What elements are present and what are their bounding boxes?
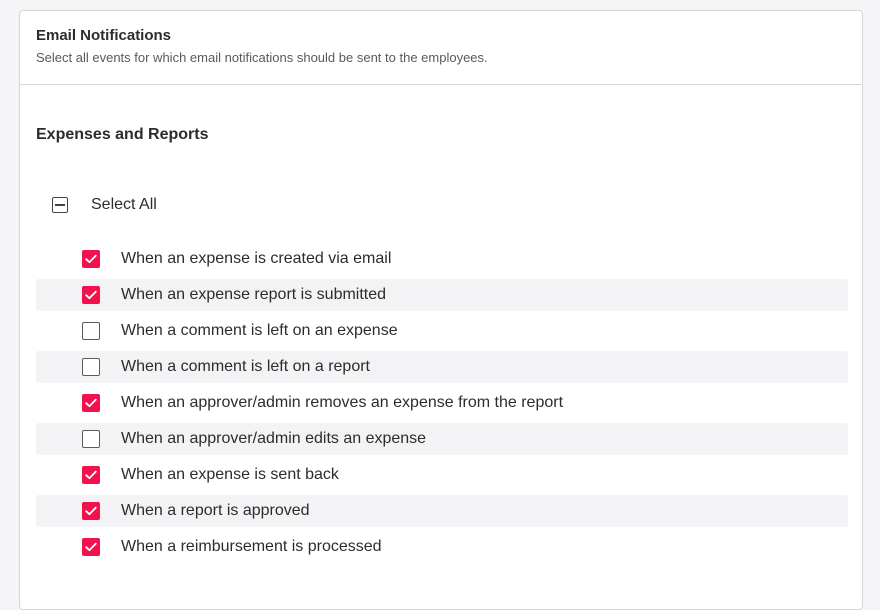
card-subtitle: Select all events for which email notifi… (36, 50, 488, 65)
notification-checkbox[interactable] (82, 430, 100, 448)
notification-label: When an expense is sent back (121, 466, 339, 483)
notification-row[interactable]: When a reimbursement is processed (36, 531, 848, 563)
notification-checkbox[interactable] (82, 250, 100, 268)
notification-label: When a comment is left on an expense (121, 322, 398, 339)
notification-label: When a comment is left on a report (121, 358, 370, 375)
notification-checkbox[interactable] (82, 394, 100, 412)
check-icon (85, 542, 97, 552)
select-all-checkbox[interactable]: Select All (52, 194, 157, 216)
notification-label: When an approver/admin edits an expense (121, 430, 427, 447)
notification-label: When an approver/admin removes an expens… (121, 394, 564, 411)
notification-checkbox[interactable] (82, 502, 100, 520)
card-header: Email Notifications Select all events fo… (20, 11, 862, 85)
notification-label: When an expense is created via email (121, 250, 392, 267)
notification-list: When an expense is created via email Whe… (36, 243, 848, 567)
notification-checkbox[interactable] (82, 358, 100, 376)
check-icon (85, 398, 97, 408)
section-title: Expenses and Reports (36, 126, 209, 143)
notification-row[interactable]: When an approver/admin edits an expense (36, 423, 848, 455)
indeterminate-checkbox-icon[interactable] (52, 197, 68, 213)
check-icon (85, 290, 97, 300)
notification-label: When a report is approved (121, 502, 310, 519)
notification-row[interactable]: When an expense is created via email (36, 243, 848, 275)
notification-row[interactable]: When a comment is left on an expense (36, 315, 848, 347)
notification-row[interactable]: When an approver/admin removes an expens… (36, 387, 848, 419)
notification-label: When a reimbursement is processed (121, 538, 382, 555)
notification-row[interactable]: When a comment is left on a report (36, 351, 848, 383)
notification-row[interactable]: When a report is approved (36, 495, 848, 527)
notification-row[interactable]: When an expense is sent back (36, 459, 848, 491)
card-title: Email Notifications (36, 27, 172, 44)
notification-checkbox[interactable] (82, 322, 100, 340)
notification-checkbox[interactable] (82, 466, 100, 484)
notification-checkbox[interactable] (82, 538, 100, 556)
check-icon (85, 506, 97, 516)
notification-label: When an expense report is submitted (121, 286, 387, 303)
check-icon (85, 254, 97, 264)
check-icon (85, 470, 97, 480)
email-notifications-card: Email Notifications Select all events fo… (19, 10, 863, 610)
notification-checkbox[interactable] (82, 286, 100, 304)
select-all-label: Select All (91, 196, 157, 213)
notification-row[interactable]: When an expense report is submitted (36, 279, 848, 311)
